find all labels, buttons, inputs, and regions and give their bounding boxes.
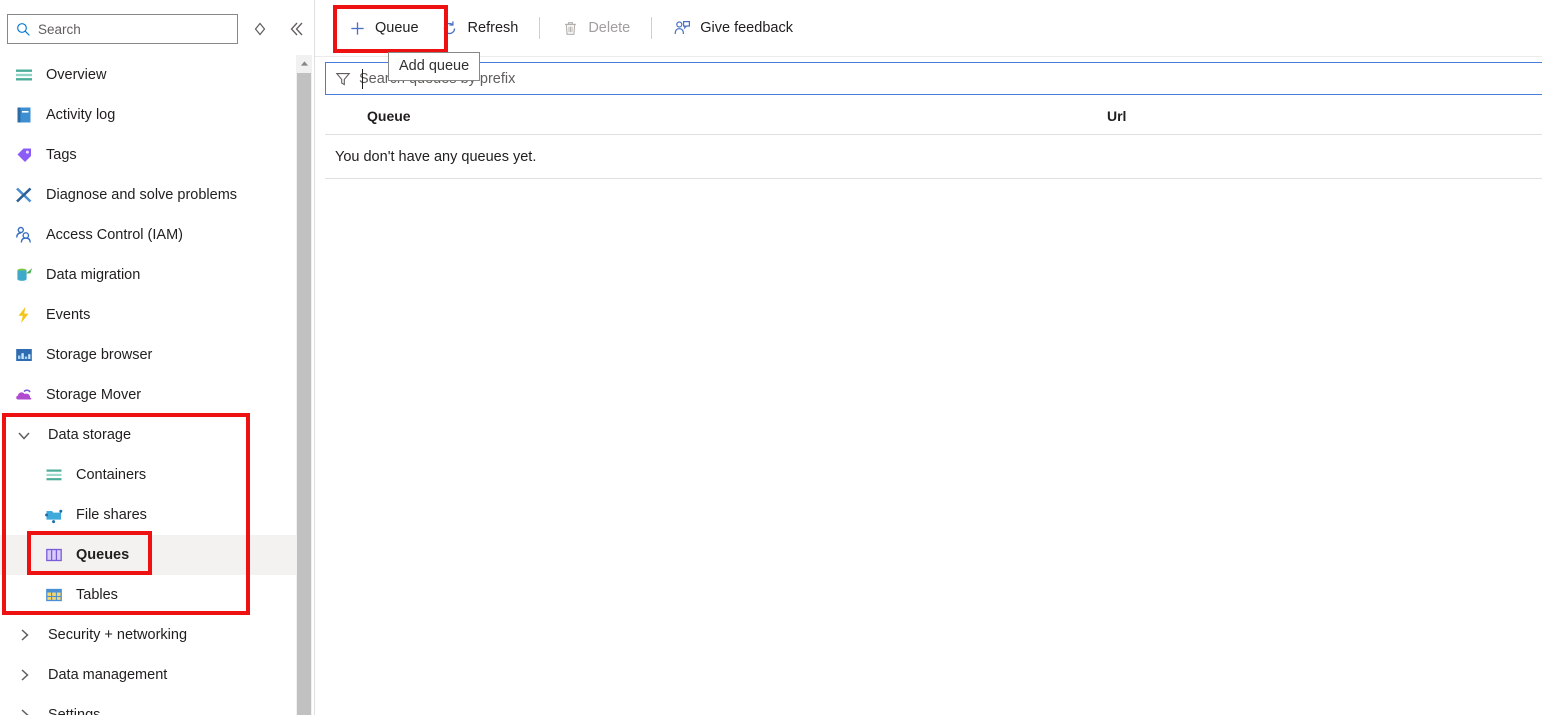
sidebar-item-diagnose-and-solve-problems[interactable]: Diagnose and solve problems	[0, 175, 296, 215]
sidebar-scrollbar[interactable]	[296, 55, 312, 715]
command-toolbar: Queue Refresh Delete Give feedback	[315, 0, 1542, 57]
sidebar-item-label: Containers	[76, 467, 147, 483]
activity-log-icon	[14, 105, 34, 125]
queues-table: Queue Url You don't have any queues yet.	[325, 98, 1542, 179]
sidebar-item-file-shares[interactable]: File shares	[0, 495, 296, 535]
sidebar-item-label: Tables	[76, 587, 118, 603]
sidebar-item-queues[interactable]: Queues	[0, 535, 296, 575]
tables-icon	[44, 585, 64, 605]
sidebar-item-label: Tags	[46, 147, 77, 163]
sidebar-item-label: Activity log	[46, 107, 116, 123]
sidebar-header	[0, 0, 314, 52]
add-queue-button[interactable]: Queue	[337, 11, 430, 45]
delete-label: Delete	[588, 20, 631, 36]
feedback-person-icon	[673, 19, 691, 37]
scrollbar-thumb[interactable]	[297, 73, 311, 715]
tooltip-text: Add queue	[399, 58, 470, 74]
refresh-button[interactable]: Refresh	[430, 11, 530, 45]
refresh-label: Refresh	[467, 20, 519, 36]
queues-icon	[44, 545, 64, 565]
sidebar-item-label: Storage Mover	[46, 387, 142, 403]
sidebar-item-label: Settings	[48, 707, 101, 715]
refresh-icon	[441, 19, 459, 37]
give-feedback-button[interactable]: Give feedback	[662, 11, 804, 45]
sidebar-item-storage-mover[interactable]: Storage Mover	[0, 375, 296, 415]
access-control-icon	[14, 225, 34, 245]
sidebar-item-label: Diagnose and solve problems	[46, 187, 238, 203]
text-caret	[362, 69, 363, 89]
left-nav-sidebar: Overview Activity log Tags Diagnose and sol…	[0, 0, 315, 715]
queue-filter-bar[interactable]	[325, 62, 1542, 95]
sidebar-item-label: Data management	[48, 667, 168, 683]
sidebar-item-tables[interactable]: Tables	[0, 575, 296, 615]
delete-button[interactable]: Delete	[550, 11, 641, 45]
empty-state-message: You don't have any queues yet.	[335, 148, 537, 165]
sidebar-item-settings[interactable]: Settings	[0, 695, 296, 715]
data-migration-icon	[14, 265, 34, 285]
sidebar-item-label: Events	[46, 307, 91, 323]
trash-icon	[561, 19, 579, 37]
double-chevron-left-icon[interactable]	[285, 18, 307, 40]
plus-icon	[348, 19, 366, 37]
sidebar-item-events[interactable]: Events	[0, 295, 296, 335]
table-header-row: Queue Url	[325, 98, 1542, 135]
toolbar-separator	[539, 17, 541, 39]
overview-icon	[14, 65, 34, 85]
sidebar-item-label: Storage browser	[46, 347, 153, 363]
tags-icon	[14, 145, 34, 165]
chevron-right-icon	[16, 627, 32, 643]
search-input[interactable]	[38, 16, 218, 42]
sidebar-item-access-control-iam[interactable]: Access Control (IAM)	[0, 215, 296, 255]
sidebar-item-tags[interactable]: Tags	[0, 135, 296, 175]
sidebar-item-label: Queues	[76, 547, 130, 563]
sidebar-item-activity-log[interactable]: Activity log	[0, 95, 296, 135]
storage-mover-icon	[14, 385, 34, 405]
events-bolt-icon	[14, 305, 34, 325]
chevron-down-icon	[16, 427, 32, 443]
scroll-up-arrow-icon[interactable]	[296, 55, 312, 72]
sidebar-item-data-management[interactable]: Data management	[0, 655, 296, 695]
sidebar-item-label: Access Control (IAM)	[46, 227, 183, 243]
sidebar-item-label: File shares	[76, 507, 147, 523]
sidebar-search-box[interactable]	[7, 14, 238, 44]
sidebar-item-data-migration[interactable]: Data migration	[0, 255, 296, 295]
add-queue-label: Queue	[375, 20, 419, 36]
search-icon	[16, 22, 31, 37]
chevron-right-icon	[16, 707, 32, 715]
feedback-label: Give feedback	[700, 20, 793, 36]
sidebar-item-label: Security + networking	[48, 627, 188, 643]
sidebar-item-label: Data migration	[46, 267, 141, 283]
sidebar-item-security-networking[interactable]: Security + networking	[0, 615, 296, 655]
wrench-icon	[14, 185, 34, 205]
sidebar-nav-list: Overview Activity log Tags Diagnose and sol…	[0, 55, 296, 715]
file-shares-icon	[44, 505, 64, 525]
sidebar-item-containers[interactable]: Containers	[0, 455, 296, 495]
sidebar-item-label: Overview	[46, 67, 107, 83]
main-content-area: Queue Refresh Delete Give feedback Add q…	[315, 0, 1542, 715]
empty-state-row: You don't have any queues yet.	[325, 135, 1542, 179]
toolbar-separator	[651, 17, 653, 39]
sidebar-item-storage-browser[interactable]: Storage browser	[0, 335, 296, 375]
filter-funnel-icon	[335, 71, 351, 87]
sidebar-item-overview[interactable]: Overview	[0, 55, 296, 95]
column-header-queue[interactable]: Queue	[367, 108, 1107, 124]
sidebar-item-data-storage[interactable]: Data storage	[0, 415, 296, 455]
chevron-right-icon	[16, 667, 32, 683]
sidebar-item-label: Data storage	[48, 427, 132, 443]
storage-browser-icon	[14, 345, 34, 365]
column-header-url[interactable]: Url	[1107, 108, 1407, 124]
pin-diamond-icon[interactable]	[249, 18, 271, 40]
containers-icon	[44, 465, 64, 485]
add-queue-tooltip: Add queue	[388, 52, 481, 81]
